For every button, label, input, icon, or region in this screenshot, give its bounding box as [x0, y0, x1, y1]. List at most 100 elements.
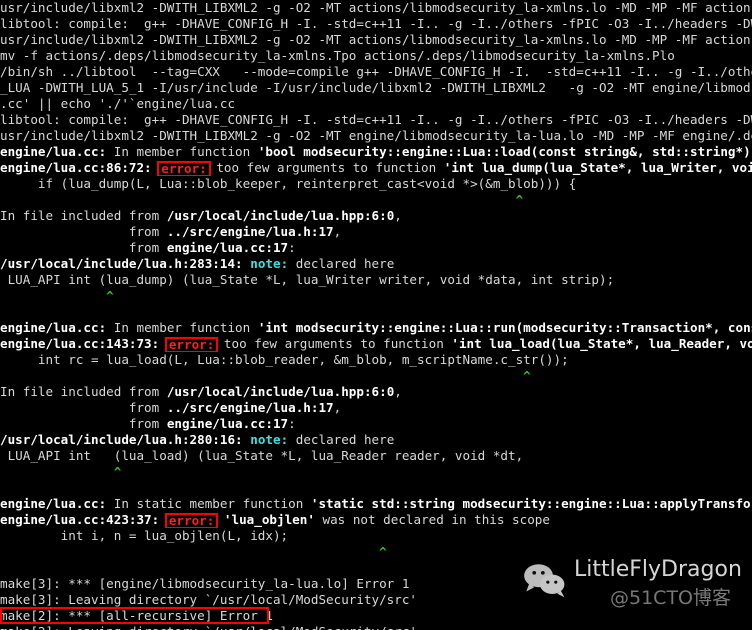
text-segment: too few arguments to function	[216, 336, 452, 351]
text-segment: int rc = lua_load(L, Lua::blob_reader, &…	[0, 352, 569, 367]
text-segment: from	[0, 416, 167, 431]
text-segment: declared here	[288, 256, 395, 271]
terminal-line: ^	[0, 464, 752, 480]
text-segment: 'bool modsecurity::engine::Lua::load(con…	[257, 144, 752, 159]
terminal-output: usr/include/libxml2 -DWITH_LIBXML2 -g -O…	[0, 0, 752, 630]
terminal-line: ^	[0, 544, 752, 560]
text-segment: ../src/engine/lua.h:17	[166, 224, 334, 239]
terminal-line: LUA_API int (lua_load) (lua_State *L, lu…	[0, 448, 752, 464]
text-segment: engine/lua.cc:17	[166, 240, 289, 255]
text-segment: 'static std::string modsecurity::engine:…	[310, 496, 752, 511]
terminal-line: ^	[0, 368, 752, 384]
text-segment: _LUA -DWITH_LUA_5_1 -I/usr/include -I/us…	[0, 80, 752, 95]
terminal-line: int rc = lua_load(L, Lua::blob_reader, &…	[0, 352, 752, 368]
terminal-line: engine/lua.cc:423:37: error: 'lua_objlen…	[0, 512, 752, 528]
terminal-line: ^	[0, 288, 752, 304]
text-segment: LUA_API int (lua_load) (lua_State *L, lu…	[0, 448, 524, 463]
terminal-line: /bin/sh ../libtool --tag=CXX --mode=comp…	[0, 64, 752, 80]
text-segment: In member function	[106, 144, 258, 159]
text-segment: make[3]: *** [engine/libmodsecurity_la-l…	[0, 576, 410, 591]
text-segment: 'int modsecurity::engine::Lua::run(modse…	[257, 320, 752, 335]
note-label: note:	[250, 256, 289, 271]
terminal-line: usr/include/libxml2 -DWITH_LIBXML2 -g -O…	[0, 32, 752, 48]
text-segment: libtool: compile: g++ -DHAVE_CONFIG_H -I…	[0, 16, 752, 31]
terminal-line: engine/lua.cc: In static member function…	[0, 496, 752, 512]
terminal-line: In file included from /usr/local/include…	[0, 208, 752, 224]
terminal-line: usr/include/libxml2 -DWITH_LIBXML2 -g -O…	[0, 0, 752, 16]
text-segment: from	[0, 240, 167, 255]
terminal-line: LUA_API int (lua_dump) (lua_State *L, lu…	[0, 272, 752, 288]
text-segment: was not declared in this scope	[314, 512, 550, 527]
text-segment: 'int lua_load(lua_State*, lua_Reader, vo…	[451, 336, 752, 351]
text-segment: usr/include/libxml2 -DWITH_LIBXML2 -g -O…	[0, 32, 752, 47]
text-segment: 'lua_objlen'	[223, 512, 315, 527]
text-segment: mv -f actions/.deps/libmodsecurity_la-xm…	[0, 48, 675, 63]
terminal-line: _LUA -DWITH_LUA_5_1 -I/usr/include -I/us…	[0, 80, 752, 96]
text-segment: ,	[394, 208, 402, 223]
terminal-line: usr/include/libxml2 -DWITH_LIBXML2 -g -O…	[0, 128, 752, 144]
text-segment: In member function	[106, 320, 258, 335]
text-segment: too few arguments to function	[208, 160, 444, 175]
terminal-line: from ../src/engine/lua.h:17,	[0, 224, 752, 240]
error-highlight-box: error:	[164, 337, 219, 352]
terminal-line: engine/lua.cc:143:73: error: too few arg…	[0, 336, 752, 352]
text-segment: ,	[333, 224, 342, 239]
caret-marker: ^	[0, 192, 524, 207]
text-segment: engine/lua.cc:17	[166, 416, 289, 431]
error-highlight-box: error:	[164, 513, 219, 528]
terminal-line: make[3]: Leaving directory `/usr/local/M…	[0, 592, 752, 608]
terminal-line: engine/lua.cc: In member function 'bool …	[0, 144, 752, 160]
text-segment: :	[288, 240, 296, 255]
text-segment: engine/lua.cc:86:72:	[0, 160, 152, 175]
caret-marker: ^	[0, 288, 114, 303]
terminal-line: engine/lua.cc:86:72: error: too few argu…	[0, 160, 752, 176]
terminal-line: libtool: compile: g++ -DHAVE_CONFIG_H -I…	[0, 112, 752, 128]
text-segment: usr/include/libxml2 -DWITH_LIBXML2 -g -O…	[0, 128, 752, 143]
terminal-line: ^	[0, 192, 752, 208]
text-segment: engine/lua.cc:	[0, 320, 107, 335]
terminal-line: /usr/local/include/lua.h:280:16: note: d…	[0, 432, 752, 448]
caret-marker: ^	[0, 544, 387, 559]
text-segment: engine/lua.cc:143:73:	[0, 336, 160, 351]
note-label: note:	[250, 432, 289, 447]
text-segment: In file included from	[0, 208, 167, 223]
text-segment: from	[0, 224, 167, 239]
text-segment: engine/lua.cc:423:37:	[0, 512, 160, 527]
error-highlight-box: error:	[157, 161, 211, 176]
text-segment: make[3]: Leaving directory `/usr/local/M…	[0, 592, 418, 607]
text-segment: from	[0, 400, 167, 415]
terminal-line: int i, n = lua_objlen(L, idx);	[0, 528, 752, 544]
text-segment: LUA_API int (lua_dump) (lua_State *L, lu…	[0, 272, 615, 287]
text-segment: engine/lua.cc:	[0, 496, 107, 511]
terminal-line: .cc' || echo './'`engine/lua.cc	[0, 96, 752, 112]
text-segment: /bin/sh ../libtool --tag=CXX --mode=comp…	[0, 64, 752, 79]
text-segment: .cc' || echo './'`engine/lua.cc	[0, 96, 236, 111]
text-segment: /usr/local/include/lua.h:280:16:	[0, 432, 243, 447]
caret-marker: ^	[0, 464, 122, 479]
terminal-line: from ../src/engine/lua.h:17,	[0, 400, 752, 416]
text-segment: In file included from	[0, 384, 167, 399]
terminal-line: mv -f actions/.deps/libmodsecurity_la-xm…	[0, 48, 752, 64]
text-segment: make[2]: Leaving directory `/usr/local/M…	[0, 624, 417, 630]
text-segment: usr/include/libxml2 -DWITH_LIBXML2 -g -O…	[0, 0, 752, 15]
text-segment: ,	[333, 400, 342, 415]
terminal-line: engine/lua.cc: In member function 'int m…	[0, 320, 752, 336]
terminal-line: libtool: compile: g++ -DHAVE_CONFIG_H -I…	[0, 16, 752, 32]
text-segment: /usr/local/include/lua.hpp:6:0	[166, 208, 395, 223]
text-segment: ../src/engine/lua.h:17	[166, 400, 334, 415]
terminal-line: In file included from /usr/local/include…	[0, 384, 752, 400]
terminal-line: /usr/local/include/lua.h:283:14: note: d…	[0, 256, 752, 272]
terminal-line: make[2]: *** [all-recursive] Error 1	[0, 608, 752, 624]
terminal-line: from engine/lua.cc:17:	[0, 240, 752, 256]
text-segment: engine/lua.cc:	[0, 144, 107, 159]
text-segment: int i, n = lua_objlen(L, idx);	[0, 528, 289, 543]
text-segment: ,	[394, 384, 402, 399]
terminal-line: if (lua_dump(L, Lua::blob_keeper, reinte…	[0, 176, 752, 192]
text-segment: libtool: compile: g++ -DHAVE_CONFIG_H -I…	[0, 112, 752, 127]
terminal-line: from engine/lua.cc:17:	[0, 416, 752, 432]
terminal-window[interactable]: usr/include/libxml2 -DWITH_LIBXML2 -g -O…	[0, 0, 752, 630]
terminal-line: make[2]: Leaving directory `/usr/local/M…	[0, 624, 752, 630]
